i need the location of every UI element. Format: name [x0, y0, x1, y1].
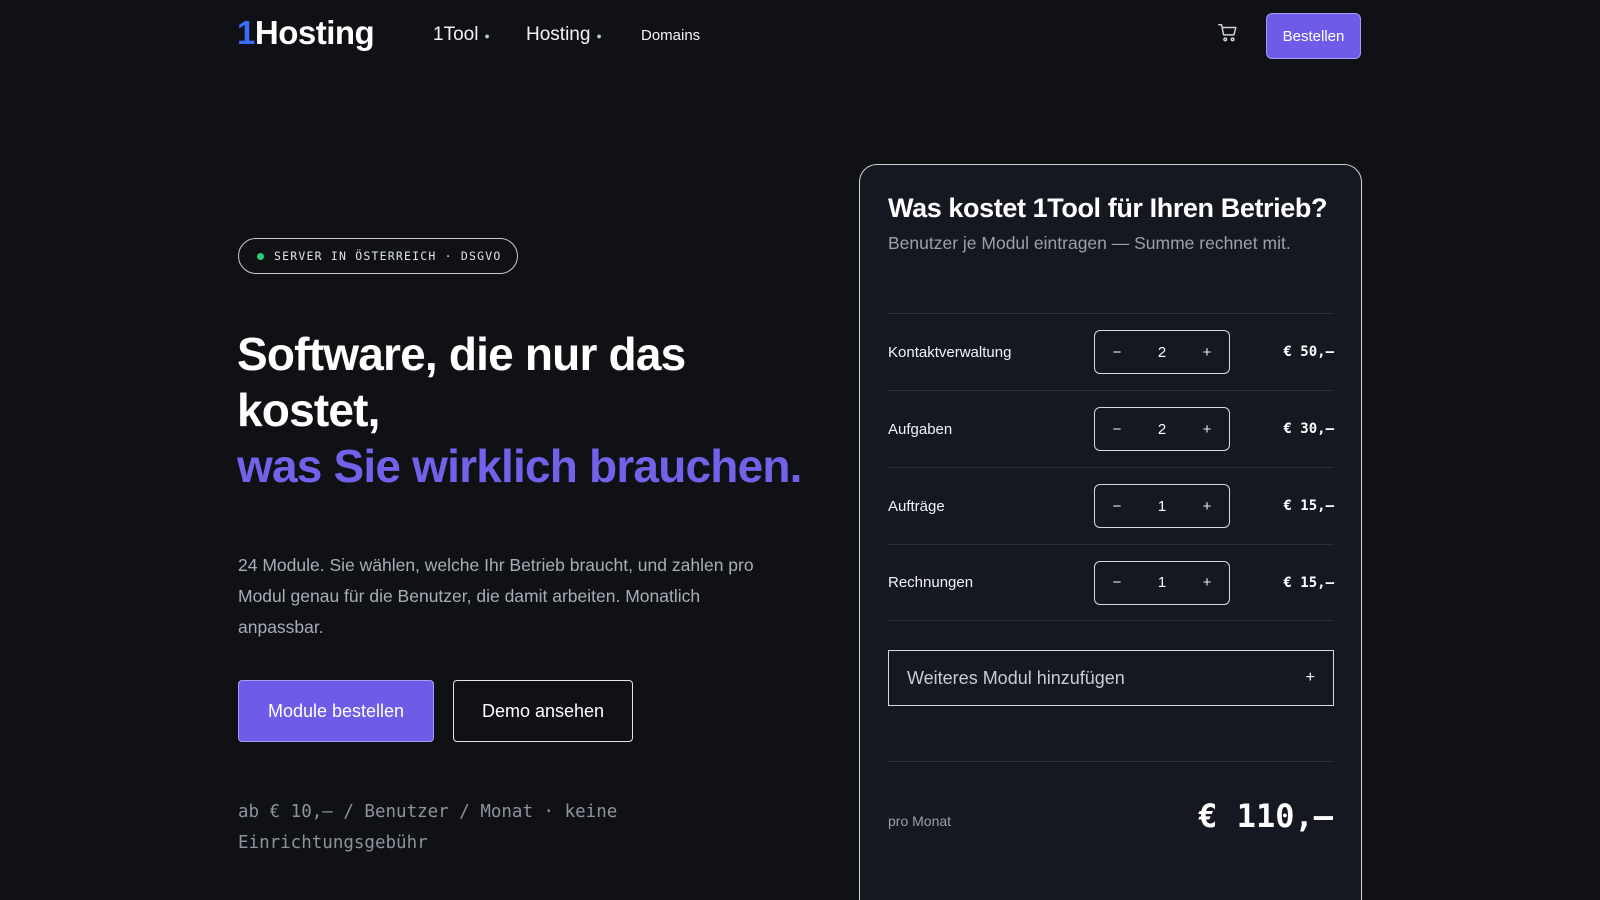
module-price: € 15,–: [1283, 574, 1334, 591]
user-count-value[interactable]: 2: [1158, 344, 1166, 361]
nav-item-label: Hosting: [526, 24, 591, 45]
add-module-button[interactable]: Weiteres Modul hinzufügen +: [888, 650, 1334, 706]
decrement-button[interactable]: −: [1109, 344, 1125, 361]
view-demo-button[interactable]: Demo ansehen: [453, 680, 633, 742]
price-calculator-card: Was kostet 1Tool für Ihren Betrieb? Benu…: [859, 164, 1362, 900]
decrement-button[interactable]: −: [1109, 574, 1125, 591]
module-row-aufgaben: Aufgaben − 2 + € 30,–: [888, 390, 1334, 467]
nav-item-label: Domains: [641, 27, 701, 44]
top-navigation: 1Hosting 1Tool ● Hosting ● Domains Beste…: [0, 0, 1600, 72]
hero-lead: 24 Module. Sie wählen, welche Ihr Betrie…: [238, 555, 754, 637]
logo[interactable]: 1Hosting: [237, 14, 375, 52]
calculator-subtitle: Benutzer je Modul eintragen — Summe rech…: [888, 233, 1291, 253]
decrement-button[interactable]: −: [1109, 498, 1125, 515]
user-count-stepper: − 1 +: [1094, 560, 1230, 605]
add-module-label: Weiteres Modul hinzufügen: [907, 667, 1125, 688]
plus-icon: +: [1305, 669, 1315, 686]
user-count-value[interactable]: 1: [1158, 498, 1166, 515]
cart-icon[interactable]: [1217, 22, 1239, 44]
server-location-badge: SERVER IN ÖSTERREICH · DSGVO: [238, 238, 518, 274]
module-label: Kontaktverwaltung: [888, 343, 1012, 361]
user-count-stepper: − 2 +: [1094, 330, 1230, 374]
total-price: € 110,–: [1198, 797, 1333, 835]
module-price: € 50,–: [1283, 344, 1334, 360]
nav-item-hosting[interactable]: Hosting ●: [526, 24, 602, 46]
dropdown-indicator-icon: ●: [596, 31, 602, 41]
increment-button[interactable]: +: [1199, 421, 1215, 438]
logo-prefix: 1: [237, 14, 255, 51]
user-count-value[interactable]: 2: [1158, 421, 1166, 438]
order-button[interactable]: Bestellen: [1266, 13, 1361, 59]
increment-button[interactable]: +: [1199, 498, 1215, 515]
increment-button[interactable]: +: [1199, 344, 1215, 361]
hero-headline: Software, die nur das kostet, was Sie wi…: [237, 326, 817, 494]
module-row-rechnungen: Rechnungen − 1 + € 15,–: [888, 544, 1334, 621]
increment-button[interactable]: +: [1199, 574, 1215, 591]
module-row-auftraege: Aufträge − 1 + € 15,–: [888, 467, 1334, 544]
order-modules-button[interactable]: Module bestellen: [238, 680, 434, 742]
module-row-kontaktverwaltung: Kontaktverwaltung − 2 + € 50,–: [888, 313, 1334, 390]
module-price: € 30,–: [1283, 421, 1334, 437]
module-label: Aufträge: [888, 497, 945, 515]
user-count-value[interactable]: 1: [1158, 574, 1166, 591]
module-price: € 15,–: [1283, 498, 1334, 514]
module-list: Kontaktverwaltung − 2 + € 50,– Aufgaben …: [888, 313, 1334, 621]
nav-item-1tool[interactable]: 1Tool ●: [433, 24, 490, 46]
module-label: Aufgaben: [888, 420, 953, 438]
calculator-title: Was kostet 1Tool für Ihren Betrieb?: [888, 193, 1328, 223]
user-count-stepper: − 2 +: [1094, 407, 1230, 451]
nav-item-label: 1Tool: [433, 24, 479, 45]
divider: [888, 761, 1334, 762]
headline-main: Software, die nur das kostet,: [237, 328, 686, 436]
logo-text: Hosting: [254, 14, 375, 51]
decrement-button[interactable]: −: [1109, 421, 1125, 438]
nav-item-domains[interactable]: Domains: [641, 27, 700, 44]
headline-accent: was Sie wirklich brauchen.: [237, 440, 802, 492]
pricing-note: ab € 10,– / Benutzer / Monat · keine Ein…: [238, 802, 618, 853]
module-label: Rechnungen: [888, 574, 974, 591]
total-label: pro Monat: [888, 813, 952, 829]
badge-text: SERVER IN ÖSTERREICH · DSGVO: [274, 249, 502, 263]
status-dot-icon: [257, 252, 264, 260]
dropdown-indicator-icon: ●: [484, 31, 490, 41]
user-count-stepper: − 1 +: [1094, 484, 1230, 528]
